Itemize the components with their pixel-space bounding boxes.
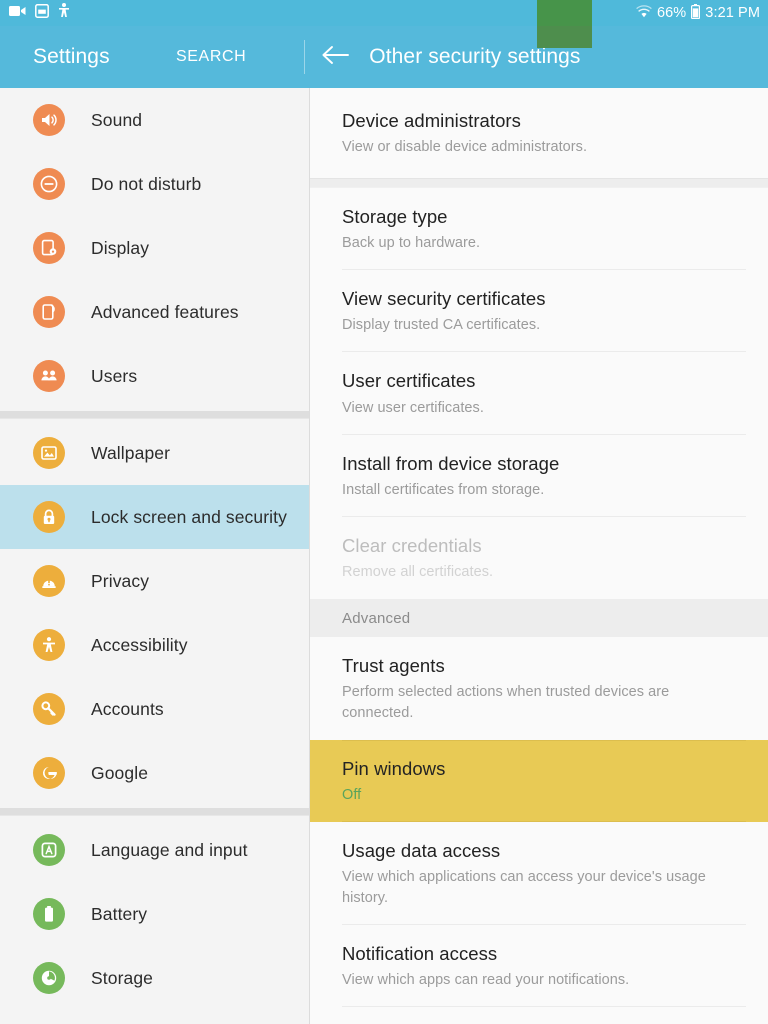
storage-icon — [33, 962, 65, 994]
sidebar-item-label: Sound — [91, 109, 143, 130]
status-bar-right: 66% 3:21 PM — [636, 4, 768, 22]
settings-title: Settings — [33, 45, 110, 68]
setting-row-user-certificates[interactable]: User certificates View user certificates. — [310, 352, 768, 435]
setting-row-subtitle: View which apps can read your notificati… — [342, 972, 630, 989]
wallpaper-icon — [33, 437, 65, 469]
setting-row-subtitle: Back up to hardware. — [342, 235, 481, 252]
wifi-icon — [636, 5, 652, 21]
sidebar-item-accounts[interactable]: Accounts — [0, 677, 309, 741]
section-header-advanced: Advanced — [310, 598, 768, 637]
sidebar-item-storage[interactable]: Storage — [0, 946, 309, 1010]
page-title: Other security settings — [369, 45, 581, 68]
row-divider-top — [342, 740, 746, 741]
setting-row-title: Storage type — [342, 206, 448, 228]
setting-row-subtitle: Install certificates from storage. — [342, 481, 545, 498]
sidebar-group-separator — [0, 805, 309, 818]
status-bar: 66% 3:21 PM — [0, 0, 768, 26]
sidebar-item-google[interactable]: Google — [0, 741, 309, 805]
search-button[interactable]: SEARCH — [176, 48, 246, 66]
setting-row-title: Trust agents — [342, 654, 445, 676]
setting-row-view-security-certificates[interactable]: View security certificates Display truste… — [310, 270, 768, 353]
setting-row-clear-credentials: Clear credentials Remove all certificates… — [310, 516, 768, 599]
sidebar-item-users[interactable]: Users — [0, 344, 309, 408]
setting-row-trust-agents[interactable]: Trust agents Perform selected actions whe… — [310, 636, 768, 740]
sidebar-item-label: Language and input — [91, 839, 248, 860]
setting-row-subtitle: Remove all certificates. — [342, 563, 494, 580]
setting-row-do-not-disturb-permission[interactable]: Do not disturb permissionView which apps… — [310, 1007, 768, 1024]
users-icon — [33, 360, 65, 392]
setting-row-subtitle: View user certificates. — [342, 399, 484, 416]
settings-sidebar[interactable]: Sound Do not disturb Display Advanced featu… — [0, 88, 310, 1024]
sidebar-item-sound[interactable]: Sound — [0, 88, 309, 152]
content-area: Sound Do not disturb Display Advanced featu… — [0, 88, 768, 1024]
sidebar-item-label: Users — [91, 365, 138, 386]
setting-row-notification-access[interactable]: Notification access View which apps can r… — [310, 925, 768, 1008]
sidebar-item-label: Accessibility — [91, 634, 188, 655]
lock-icon — [33, 501, 65, 533]
setting-row-title: Device administrators — [342, 110, 521, 131]
do-not-disturb-icon — [33, 168, 65, 200]
screenshot-icon — [35, 3, 49, 23]
accessibility-icon — [58, 3, 70, 23]
sidebar-item-label: Display — [91, 237, 150, 258]
sidebar-item-privacy[interactable]: Privacy — [0, 549, 309, 613]
setting-row-title: Install from device storage — [342, 452, 560, 474]
setting-row-subtitle: View which applications can access your … — [342, 869, 706, 907]
sidebar-item-display[interactable]: Display — [0, 216, 309, 280]
advanced-features-icon — [33, 296, 65, 328]
android-settings-screen: 66% 3:21 PM Settings SEARCH Other securi… — [0, 0, 768, 1024]
setting-row-pin-windows[interactable]: Pin windows Off — [310, 740, 768, 823]
setting-row-storage-type[interactable]: Storage type Back up to hardware. — [310, 188, 768, 271]
clock-label: 3:21 PM — [705, 5, 760, 21]
setting-row-title: Pin windows — [342, 758, 446, 779]
sidebar-group-separator — [0, 408, 309, 421]
sidebar-item-label: Advanced features — [91, 301, 239, 322]
video-camera-icon — [9, 4, 26, 22]
sidebar-item-language-and-input[interactable]: Language and input — [0, 818, 309, 882]
setting-row-subtitle: View or disable device administrators. — [342, 139, 588, 156]
sidebar-item-do-not-disturb[interactable]: Do not disturb — [0, 152, 309, 216]
sidebar-item-label: Lock screen and security — [91, 506, 287, 527]
google-g-icon — [33, 757, 65, 789]
sidebar-item-label: Do not disturb — [91, 173, 202, 194]
battery-icon — [691, 4, 701, 22]
setting-row-title: Usage data access — [342, 840, 501, 862]
setting-row-subtitle: Off — [342, 787, 362, 804]
setting-row-usage-data-access[interactable]: Usage data access View which applications… — [310, 822, 768, 926]
sidebar-item-wallpaper[interactable]: Wallpaper — [0, 421, 309, 485]
sound-icon — [33, 104, 65, 136]
setting-row-title: View security certificates — [342, 288, 546, 310]
battery-percent-label: 66% — [656, 5, 687, 21]
setting-row-device-administrators[interactable]: Device administrators View or disable dev… — [310, 88, 768, 179]
panel-section-band — [310, 178, 768, 189]
status-bar-left-icons — [0, 3, 70, 23]
app-bar: Settings SEARCH Other security settings — [0, 26, 768, 88]
sidebar-item-label: Privacy — [91, 570, 150, 591]
back-button[interactable] — [305, 45, 365, 70]
sidebar-item-advanced-features[interactable]: Advanced features — [0, 280, 309, 344]
key-icon — [33, 693, 65, 725]
setting-row-subtitle: Perform selected actions when trusted de… — [342, 683, 670, 721]
privacy-icon — [33, 565, 65, 597]
setting-row-title: Notification access — [342, 943, 498, 965]
sidebar-item-label: Storage — [91, 967, 153, 988]
setting-row-title: User certificates — [342, 370, 476, 392]
sidebar-item-accessibility[interactable]: Accessibility — [0, 613, 309, 677]
sidebar-item-label: Wallpaper — [91, 442, 171, 463]
other-security-settings-panel[interactable]: Device administrators View or disable dev… — [310, 88, 768, 1024]
accessibility-icon — [33, 629, 65, 661]
display-icon — [33, 232, 65, 264]
setting-row-title: Clear credentials — [342, 534, 482, 556]
setting-row-subtitle: Display trusted CA certificates. — [342, 317, 541, 334]
back-arrow-icon — [321, 45, 350, 70]
setting-row-install-from-device-storage[interactable]: Install from device storage Install certi… — [310, 434, 768, 517]
sidebar-item-lock-screen-and-security[interactable]: Lock screen and security — [0, 485, 309, 549]
language-input-icon — [33, 834, 65, 866]
sidebar-item-label: Accounts — [91, 698, 164, 719]
battery-icon — [33, 898, 65, 930]
sidebar-item-label: Battery — [91, 903, 148, 924]
sidebar-item-label: Google — [91, 762, 149, 783]
sidebar-item-battery[interactable]: Battery — [0, 882, 309, 946]
